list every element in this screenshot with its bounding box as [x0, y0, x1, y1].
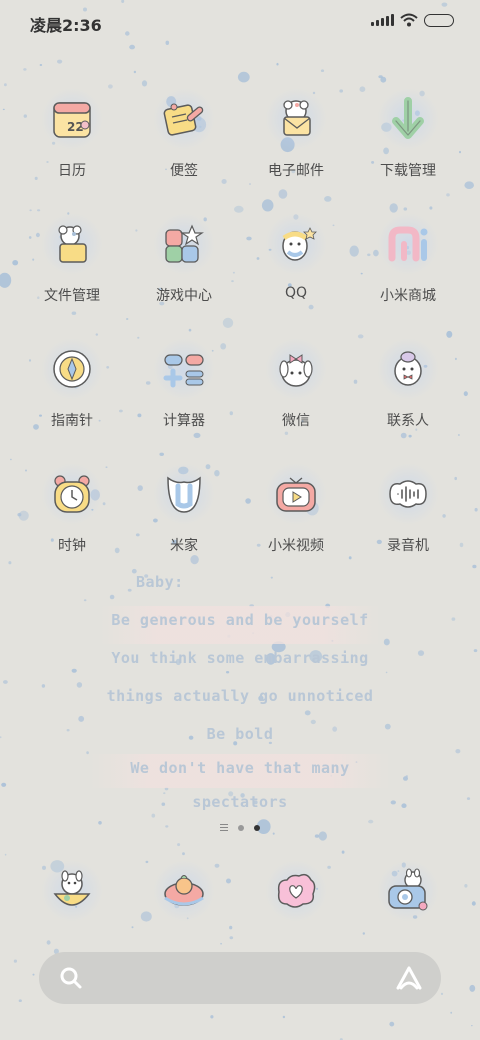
- app-notes[interactable]: 便签: [128, 86, 240, 211]
- app-label: 日历: [58, 163, 86, 179]
- qq-icon: [265, 213, 327, 275]
- app-label: 指南针: [51, 413, 93, 429]
- app-label: 文件管理: [44, 288, 100, 304]
- page-indicator-dot-active[interactable]: [254, 824, 260, 831]
- app-label: 便签: [170, 163, 198, 179]
- video-icon: [265, 463, 327, 525]
- browser-icon: [265, 860, 327, 922]
- app-label: 电子邮件: [268, 163, 324, 179]
- quote-line: Be generous and be yourself: [100, 606, 380, 644]
- page-indicator-dot[interactable]: [238, 824, 244, 831]
- quote-line: spectators: [192, 793, 288, 811]
- contacts-icon: [377, 338, 439, 400]
- dock-app-messages[interactable]: [128, 860, 240, 922]
- email-icon: [265, 88, 327, 150]
- camera-icon: [377, 860, 439, 922]
- game-center-icon: [153, 213, 215, 275]
- status-time: 凌晨2:36: [30, 16, 102, 35]
- app-label: 小米商城: [380, 288, 436, 304]
- app-grid: 22 日历 便签 电子邮件 下载管理 文件管理 游戏中心 QQ 小米商城 指南针…: [16, 86, 464, 586]
- wechat-icon: [265, 338, 327, 400]
- quote-line: Be bold: [206, 725, 274, 743]
- file-manager-icon: [41, 213, 103, 275]
- clock-icon: [41, 463, 103, 525]
- app-label: 计算器: [163, 413, 205, 429]
- dock-app-phone[interactable]: [16, 860, 128, 922]
- app-label: 时钟: [58, 538, 86, 554]
- messages-icon: [153, 860, 215, 922]
- status-bar: 凌晨2:36: [0, 0, 480, 42]
- page-indicator-menu-icon[interactable]: [220, 824, 228, 831]
- app-label: 游戏中心: [156, 288, 212, 304]
- page-indicator[interactable]: [0, 824, 480, 831]
- compass-icon: [41, 338, 103, 400]
- wallpaper-quote: Baby: Be generous and be yourself You th…: [0, 568, 480, 826]
- quote-line: We don't have that many: [90, 754, 390, 788]
- wifi-icon: [400, 13, 418, 27]
- app-label: QQ: [284, 285, 308, 301]
- app-label: 下载管理: [380, 163, 436, 179]
- app-contacts[interactable]: 联系人: [352, 336, 464, 461]
- app-qq[interactable]: QQ: [240, 211, 352, 336]
- app-label: 微信: [282, 413, 310, 429]
- app-mi-store[interactable]: 小米商城: [352, 211, 464, 336]
- app-game-center[interactable]: 游戏中心: [128, 211, 240, 336]
- app-calendar[interactable]: 22 日历: [16, 86, 128, 211]
- status-icons: [371, 13, 454, 27]
- calculator-icon: [153, 338, 215, 400]
- dock-app-camera[interactable]: [352, 860, 464, 922]
- app-file-manager[interactable]: 文件管理: [16, 211, 128, 336]
- search-bar[interactable]: [39, 952, 441, 1004]
- quote-line: things actually go unnoticed: [106, 687, 374, 705]
- app-email[interactable]: 电子邮件: [240, 86, 352, 211]
- dock: [16, 860, 464, 922]
- phone-icon: [41, 860, 103, 922]
- notes-icon: [153, 88, 215, 150]
- app-label: 米家: [170, 538, 198, 554]
- app-label: 联系人: [387, 413, 429, 429]
- calendar-icon: 22: [41, 88, 103, 150]
- app-wechat[interactable]: 微信: [240, 336, 352, 461]
- dock-app-browser[interactable]: [240, 860, 352, 922]
- download-icon: [377, 88, 439, 150]
- quote-line: You think some embarrassing: [111, 649, 369, 667]
- signal-icon: [371, 14, 394, 26]
- app-calculator[interactable]: 计算器: [128, 336, 240, 461]
- app-download[interactable]: 下载管理: [352, 86, 464, 211]
- app-label: 录音机: [387, 538, 429, 554]
- search-icon[interactable]: [59, 966, 83, 990]
- battery-icon: [424, 13, 454, 27]
- voice-assistant-icon[interactable]: [395, 964, 423, 992]
- app-label: 小米视频: [268, 538, 324, 554]
- mi-store-icon: [377, 213, 439, 275]
- recorder-icon: [377, 463, 439, 525]
- quote-line: Baby:: [136, 573, 184, 591]
- mijia-icon: [153, 463, 215, 525]
- app-compass[interactable]: 指南针: [16, 336, 128, 461]
